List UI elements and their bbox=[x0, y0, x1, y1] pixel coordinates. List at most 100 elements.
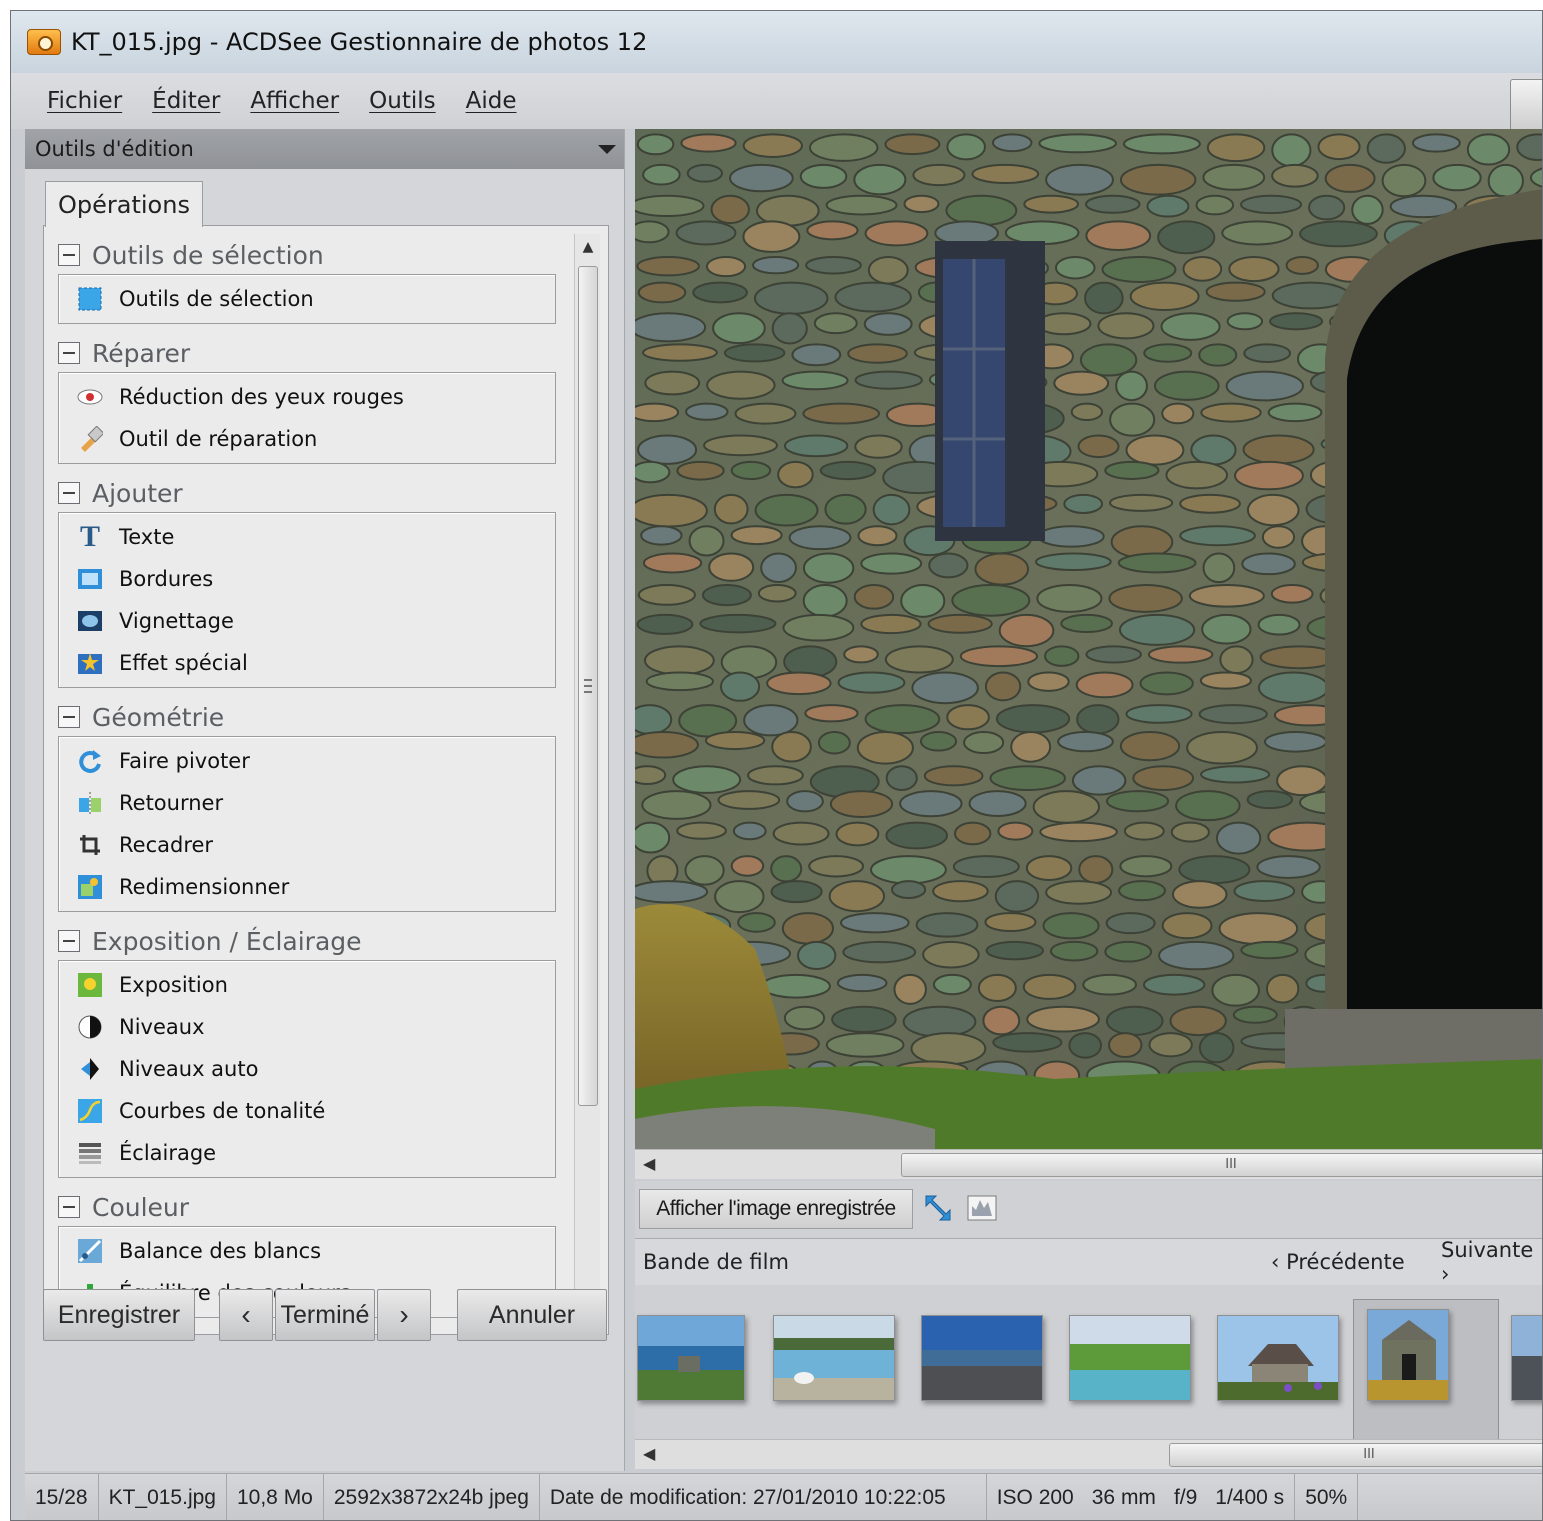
stone bbox=[837, 671, 906, 694]
stone bbox=[984, 671, 1022, 702]
stone bbox=[686, 163, 724, 183]
stone bbox=[719, 671, 761, 702]
stone bbox=[742, 133, 803, 158]
filmstrip-scroll-thumb[interactable]: III bbox=[1169, 1443, 1542, 1467]
collapse-icon[interactable] bbox=[58, 930, 80, 952]
done-button[interactable]: Terminé bbox=[275, 1289, 375, 1341]
group-header[interactable]: Réparer bbox=[58, 334, 556, 372]
group-header[interactable]: Ajouter bbox=[58, 474, 556, 512]
tab-operations[interactable]: Opérations bbox=[45, 181, 203, 227]
menu-aide[interactable]: Aide bbox=[466, 88, 517, 114]
auto-levels-icon bbox=[75, 1054, 105, 1084]
group-list: Réduction des yeux rouges Outil de répara… bbox=[58, 372, 556, 464]
stone bbox=[1225, 370, 1304, 402]
filmstrip-thumbnail-7[interactable] bbox=[1511, 1315, 1542, 1401]
operation-item[interactable]: Éclairage bbox=[59, 1132, 555, 1174]
stone bbox=[636, 133, 675, 156]
collapse-icon[interactable] bbox=[58, 244, 80, 266]
operation-item[interactable]: Exposition bbox=[59, 964, 555, 1006]
operation-label: Bordures bbox=[119, 567, 214, 591]
mode-button[interactable]: G bbox=[1510, 79, 1542, 131]
scroll-up-icon[interactable]: ▲ bbox=[575, 234, 601, 260]
operation-item[interactable]: Niveaux auto bbox=[59, 1048, 555, 1090]
menu-fichier[interactable]: Fichier bbox=[47, 88, 122, 114]
viewer-scroll-thumb[interactable]: III bbox=[901, 1153, 1542, 1177]
operation-item[interactable]: Bordures bbox=[59, 558, 555, 600]
stone bbox=[856, 731, 914, 765]
fit-to-window-icon[interactable] bbox=[921, 1191, 955, 1225]
operation-item[interactable]: Retourner bbox=[59, 782, 555, 824]
collapse-icon[interactable] bbox=[58, 482, 80, 504]
title-bar[interactable]: KT_015.jpg - ACDSee Gestionnaire de phot… bbox=[11, 11, 1542, 73]
scroll-thumb[interactable] bbox=[578, 266, 598, 1106]
operation-label: Vignettage bbox=[119, 609, 234, 633]
collapse-icon[interactable] bbox=[58, 342, 80, 364]
operation-item[interactable]: Niveaux bbox=[59, 1006, 555, 1048]
filmstrip-thumbnail-4[interactable] bbox=[1069, 1315, 1191, 1401]
save-button[interactable]: Enregistrer bbox=[43, 1289, 195, 1341]
stone bbox=[968, 790, 1027, 817]
filmstrip-next-button[interactable]: Suivante › bbox=[1441, 1238, 1542, 1286]
stone bbox=[847, 343, 908, 364]
status-zoom[interactable]: 50% bbox=[1295, 1474, 1359, 1520]
previous-button[interactable]: ‹ bbox=[219, 1289, 273, 1341]
image-viewer[interactable] bbox=[635, 129, 1542, 1149]
stone bbox=[804, 704, 859, 723]
histogram-icon[interactable] bbox=[965, 1191, 999, 1225]
stone bbox=[1218, 912, 1299, 946]
operation-item[interactable]: Recadrer bbox=[59, 824, 555, 866]
operation-label: Niveaux auto bbox=[119, 1057, 259, 1081]
viewer-horizontal-scrollbar[interactable]: ◀ III bbox=[635, 1149, 1542, 1179]
menu-outils[interactable]: Outils bbox=[369, 88, 435, 114]
operation-item[interactable]: Outil de réparation bbox=[59, 418, 555, 460]
filmstrip-thumbnail-2[interactable] bbox=[773, 1315, 895, 1401]
filmstrip-scroll-left-icon[interactable]: ◀ bbox=[643, 1444, 655, 1463]
cancel-button[interactable]: Annuler bbox=[457, 1289, 607, 1341]
stone bbox=[989, 765, 1066, 792]
stone bbox=[1010, 731, 1052, 763]
stone bbox=[971, 163, 1040, 185]
stone bbox=[701, 584, 752, 607]
scroll-left-icon[interactable]: ◀ bbox=[643, 1154, 655, 1173]
operation-item[interactable]: Réduction des yeux rouges bbox=[59, 376, 555, 418]
operation-item[interactable]: T Texte bbox=[59, 516, 555, 558]
collapse-icon[interactable] bbox=[58, 706, 80, 728]
operations-scrollbar[interactable]: ▲ ▼ bbox=[574, 234, 600, 1326]
menu-afficher[interactable]: Afficher bbox=[250, 88, 339, 114]
stone bbox=[747, 765, 804, 786]
filmstrip-thumbnail-5[interactable] bbox=[1217, 1315, 1339, 1401]
filmstrip-thumbnail-1[interactable] bbox=[637, 1315, 745, 1401]
filmstrip-thumbnail-3[interactable] bbox=[921, 1315, 1043, 1401]
stone bbox=[675, 220, 737, 246]
stone bbox=[760, 552, 797, 583]
group-header[interactable]: Exposition / Éclairage bbox=[58, 922, 556, 960]
next-button[interactable]: › bbox=[377, 1289, 431, 1341]
filmstrip-thumbnail-6-selected[interactable] bbox=[1367, 1309, 1449, 1401]
menu-editer[interactable]: Éditer bbox=[152, 88, 220, 114]
operation-item[interactable]: Effet spécial bbox=[59, 642, 555, 684]
group-header[interactable]: Outils de sélection bbox=[58, 236, 556, 274]
stone bbox=[1466, 133, 1511, 166]
stone bbox=[1206, 133, 1266, 163]
panel-header[interactable]: Outils d'édition bbox=[25, 129, 624, 169]
group-header[interactable]: Couleur bbox=[58, 1188, 556, 1226]
operation-item[interactable]: Vignettage bbox=[59, 600, 555, 642]
filmstrip-horizontal-scrollbar[interactable]: ◀ III bbox=[635, 1439, 1542, 1469]
operation-item[interactable]: Balance des blancs bbox=[59, 1230, 555, 1272]
stone bbox=[1233, 880, 1296, 903]
group-header[interactable]: Géométrie bbox=[58, 698, 556, 736]
collapse-icon[interactable] bbox=[58, 1196, 80, 1218]
stone bbox=[635, 880, 709, 904]
stone bbox=[1129, 281, 1200, 311]
stone bbox=[1205, 281, 1266, 302]
operation-item[interactable]: Faire pivoter bbox=[59, 740, 555, 782]
filmstrip-previous-button[interactable]: ‹ Précédente bbox=[1271, 1250, 1405, 1274]
stone bbox=[642, 343, 718, 362]
operation-item[interactable]: Redimensionner bbox=[59, 866, 555, 908]
chevron-down-icon[interactable] bbox=[598, 145, 616, 154]
operation-item[interactable]: Outils de sélection bbox=[59, 278, 555, 320]
operation-item[interactable]: Courbes de tonalité bbox=[59, 1090, 555, 1132]
show-saved-image-button[interactable]: Afficher l'image enregistrée bbox=[639, 1189, 913, 1229]
app-window: KT_015.jpg - ACDSee Gestionnaire de phot… bbox=[10, 10, 1543, 1521]
resize-icon bbox=[75, 872, 105, 902]
